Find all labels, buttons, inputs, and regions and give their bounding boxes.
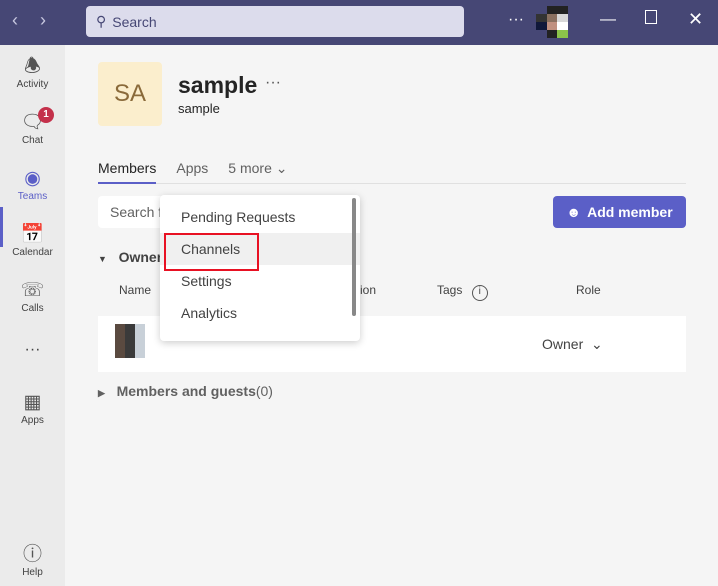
search-placeholder: Search	[112, 13, 157, 30]
rail-help[interactable]: ⓘ Help	[0, 543, 65, 578]
column-location[interactable]: ion	[360, 283, 376, 297]
caret-right-icon: ▶	[98, 388, 105, 398]
user-avatar[interactable]	[536, 6, 578, 38]
rail-label: Apps	[21, 415, 44, 426]
forward-icon[interactable]: ›	[40, 10, 46, 31]
close-icon[interactable]: ✕	[688, 9, 703, 30]
maximize-icon[interactable]	[645, 10, 657, 24]
owners-label: Owner	[118, 249, 163, 265]
calendar-icon: 📅	[20, 224, 45, 245]
rail-label: Teams	[17, 191, 48, 202]
column-name[interactable]: Name	[119, 283, 151, 297]
column-tags[interactable]: Tags i	[437, 283, 488, 301]
rail-activity[interactable]: 🕭 Activity	[0, 55, 65, 90]
guests-section-toggle[interactable]: ▶ Members and guests(0)	[98, 383, 273, 399]
minimize-icon[interactable]: —	[600, 11, 616, 29]
column-role[interactable]: Role	[576, 283, 601, 297]
teams-icon: ◉	[24, 168, 41, 189]
highlight-box	[164, 233, 259, 271]
apps-icon: ▦	[23, 392, 42, 413]
rail-label: Activity	[16, 79, 49, 90]
owners-section-toggle[interactable]: ▼ Owner	[98, 249, 162, 265]
member-avatar	[115, 324, 145, 358]
add-member-label: Add member	[587, 204, 673, 220]
team-more-button[interactable]: ···	[265, 74, 281, 92]
team-name: sample	[178, 72, 258, 98]
search-input[interactable]: ⚲ Search	[86, 6, 464, 37]
tab-more[interactable]: 5 more ⌄	[228, 160, 287, 183]
role-value: Owner	[542, 336, 584, 352]
menu-item-pending-requests[interactable]: Pending Requests	[160, 201, 360, 233]
rail-calendar[interactable]: 📅 Calendar	[0, 223, 65, 258]
rail-label: Help	[22, 567, 43, 578]
rail-teams[interactable]: ◉ Teams	[0, 167, 65, 202]
team-description: sample	[178, 101, 220, 116]
search-icon: ⚲	[96, 13, 107, 29]
more-icon[interactable]: ···	[508, 11, 524, 29]
team-tabs: Members Apps 5 more ⌄	[98, 160, 686, 184]
info-icon[interactable]: i	[471, 285, 488, 301]
rail-more[interactable]: ···	[0, 341, 65, 359]
app-rail: 🕭 Activity 🗨 1 Chat ◉ Teams 📅 Calendar ☏ Calls…	[0, 45, 65, 586]
rail-label: Calendar	[12, 247, 53, 258]
caret-down-icon: ▼	[98, 254, 107, 264]
phone-icon: ☏	[20, 280, 45, 301]
tags-label: Tags	[437, 283, 463, 297]
guests-label: Members and guests	[116, 383, 256, 399]
tab-apps[interactable]: Apps	[176, 160, 208, 183]
tab-members[interactable]: Members	[98, 160, 157, 184]
team-avatar: SA	[98, 62, 162, 126]
menu-scrollbar[interactable]	[352, 198, 356, 316]
role-dropdown[interactable]: Owner ⌄	[542, 336, 603, 353]
menu-item-analytics[interactable]: Analytics	[160, 297, 360, 329]
add-member-button[interactable]: ☻ Add member	[553, 196, 686, 228]
chat-icon: 🗨	[20, 112, 45, 133]
guests-count: (0)	[255, 383, 273, 399]
add-person-icon: ☻	[566, 204, 582, 220]
rail-apps[interactable]: ▦ Apps	[0, 391, 65, 426]
back-icon[interactable]: ‹	[12, 10, 18, 31]
rail-label: Chat	[21, 135, 44, 146]
help-icon: ⓘ	[22, 544, 42, 565]
rail-label: Calls	[21, 303, 44, 314]
rail-chat[interactable]: 🗨 1 Chat	[0, 107, 65, 146]
chevron-down-icon: ⌄	[591, 336, 603, 352]
unread-badge: 1	[38, 107, 54, 123]
bell-icon: 🕭	[23, 56, 41, 77]
more-icon: ···	[24, 341, 41, 358]
rail-calls[interactable]: ☏ Calls	[0, 279, 65, 314]
title-bar: ‹ › ⚲ Search ··· — ✕	[0, 0, 718, 45]
